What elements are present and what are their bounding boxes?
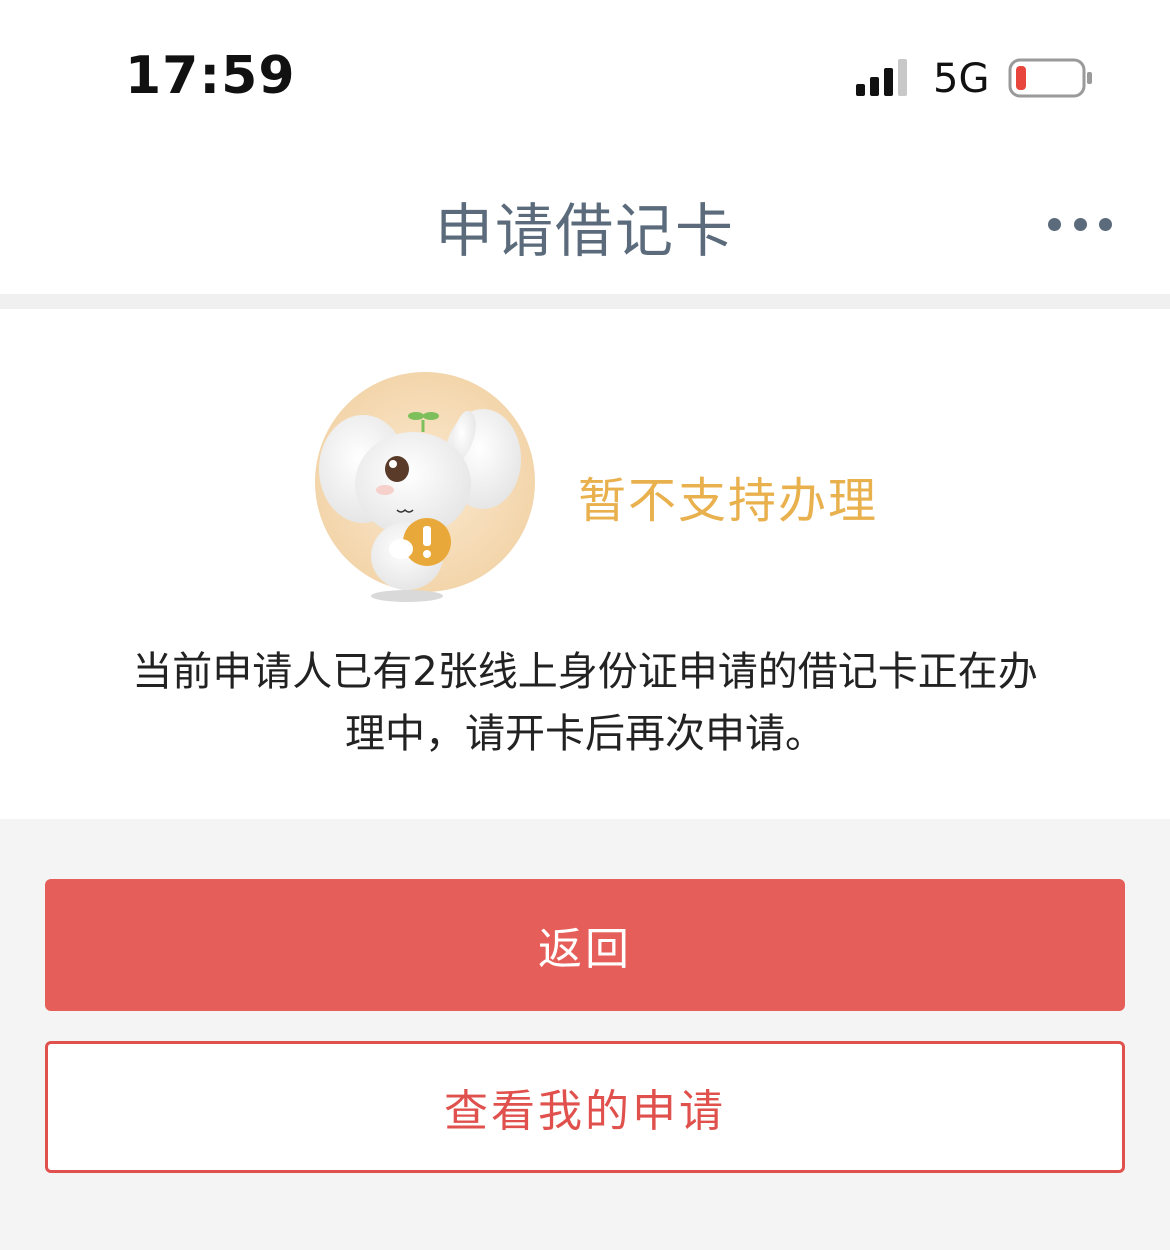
network-type: 5G: [933, 56, 990, 102]
result-card: 暂不支持办理 当前申请人已有2张线上身份证申请的借记卡正在办 理中，请开卡后再次…: [0, 309, 1170, 819]
battery-icon: [1008, 58, 1092, 98]
result-message-line: 当前申请人已有2张线上身份证申请的借记卡正在办: [132, 649, 1038, 695]
more-options-button[interactable]: [1040, 206, 1120, 242]
result-status-title: 暂不支持办理: [578, 473, 879, 529]
status-bar: 17:59 5G: [0, 0, 1170, 150]
nav-bar: 申请借记卡: [0, 150, 1170, 294]
page-title: 申请借记卡: [434, 197, 735, 265]
elephant-warning-illustration: [315, 372, 535, 602]
signal-strength-icon: [856, 59, 907, 96]
status-time: 17:59: [125, 46, 296, 106]
ellipsis-icon: [1073, 217, 1087, 231]
ellipsis-icon: [1099, 217, 1112, 231]
view-my-applications-button[interactable]: 查看我的申请: [45, 1041, 1125, 1173]
result-message-line: 理中，请开卡后再次申请。: [345, 711, 825, 757]
result-message: 当前申请人已有2张线上身份证申请的借记卡正在办 理中，请开卡后再次申请。: [100, 641, 1070, 765]
section-divider: [0, 294, 1170, 309]
back-button[interactable]: 返回: [45, 879, 1125, 1011]
ellipsis-icon: [1048, 217, 1061, 231]
